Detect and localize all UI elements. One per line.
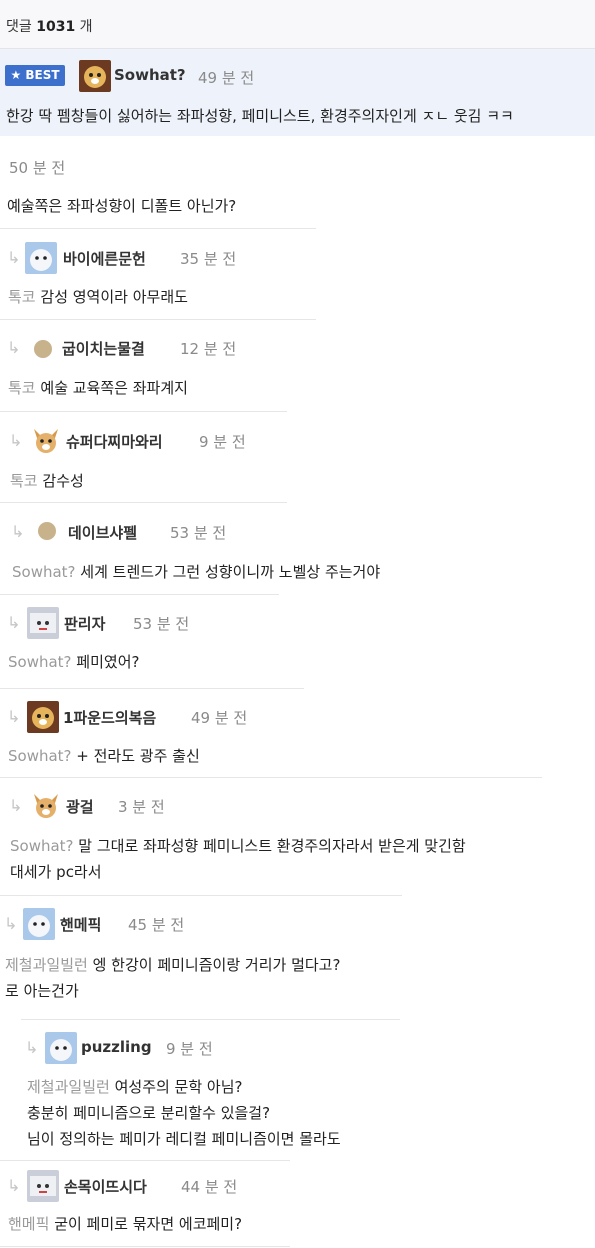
reply-target[interactable]: 톡코 [8, 379, 36, 397]
timestamp: 9 분 전 [166, 1040, 213, 1058]
timestamp: 53 분 전 [170, 524, 227, 542]
comment-text-line: 님이 정의하는 페미가 레디컬 페미니즘이면 몰라도 [27, 1130, 341, 1148]
reply-target[interactable]: 톡코 [8, 288, 36, 306]
best-badge: ★ BEST [5, 65, 65, 86]
comment-text: 제철과일빌런 여성주의 문학 아님? [27, 1078, 243, 1096]
avatar[interactable] [30, 425, 62, 457]
divider [0, 777, 542, 778]
comment-text: Sowhat? 말 그대로 좌파성향 페미니스트 환경주의자라서 받은게 맞긴함 [10, 837, 466, 855]
comment-text: 예술쪽은 좌파성향이 디폴트 아닌가? [7, 197, 237, 215]
avatar[interactable] [25, 242, 57, 274]
avatar[interactable] [27, 607, 59, 639]
avatar[interactable] [27, 701, 59, 733]
comment-text: 제철과일빌런 엥 한강이 페미니즘이랑 거리가 멀다고? [5, 956, 341, 974]
username[interactable]: 광걸 [66, 796, 94, 817]
comment-text: 톡코 감성 영역이라 아무래도 [8, 288, 188, 306]
comment-count: 댓글 1031 개 [6, 19, 93, 35]
comments-header: 댓글 1031 개 [0, 0, 595, 49]
reply-target[interactable]: Sowhat? [10, 837, 74, 855]
reply-arrow-icon: ↳ [7, 248, 21, 267]
timestamp: 49 분 전 [198, 69, 255, 87]
avatar[interactable] [79, 60, 111, 92]
username[interactable]: 슈퍼다찌마와리 [66, 431, 163, 452]
comment-text: 핸메픽 굳이 페미로 묶자면 에코페미? [8, 1215, 243, 1233]
timestamp: 49 분 전 [191, 709, 248, 727]
divider [0, 594, 279, 595]
divider [0, 411, 287, 412]
timestamp: 44 분 전 [181, 1178, 238, 1196]
avatar[interactable] [30, 790, 62, 822]
comment-text: 한강 딱 펨창들이 싫어하는 좌파성향, 페미니스트, 환경주의자인게 ㅈㄴ 웃… [6, 107, 514, 125]
username[interactable]: 바이에른문헌 [63, 248, 146, 269]
reply-arrow-icon: ↳ [7, 1176, 21, 1195]
timestamp: 53 분 전 [133, 615, 190, 633]
divider [0, 502, 287, 503]
divider [0, 319, 316, 320]
username[interactable]: puzzling [81, 1038, 152, 1056]
timestamp: 45 분 전 [128, 916, 185, 934]
timestamp: 35 분 전 [180, 250, 237, 268]
reply-target[interactable]: 톡코 [10, 472, 38, 490]
reply-arrow-icon: ↳ [4, 914, 18, 933]
star-icon: ★ [10, 68, 22, 82]
reply-arrow-icon: ↳ [7, 613, 21, 632]
comment-text-line: 대세가 pc라서 [10, 863, 102, 881]
reply-arrow-icon: ↳ [11, 522, 25, 541]
timestamp: 50 분 전 [9, 159, 66, 177]
comment-text: 톡코 예술 교육쪽은 좌파계지 [8, 379, 188, 397]
username[interactable]: 1파운드의복음 [63, 707, 156, 728]
timestamp: 9 분 전 [199, 433, 246, 451]
reply-target[interactable]: Sowhat? [12, 563, 76, 581]
reply-target[interactable]: Sowhat? [8, 747, 72, 765]
comment-text: 톡코 감수성 [10, 472, 84, 490]
divider [0, 1246, 290, 1247]
reply-target[interactable]: 제철과일빌런 [27, 1078, 110, 1096]
comment-text: Sowhat? + 전라도 광주 출신 [8, 747, 200, 765]
username[interactable]: 데이브샤펠 [68, 522, 137, 543]
avatar[interactable] [23, 908, 55, 940]
divider [0, 228, 316, 229]
reply-arrow-icon: ↳ [25, 1038, 39, 1057]
avatar[interactable] [45, 1032, 77, 1064]
reply-arrow-icon: ↳ [7, 338, 21, 357]
username[interactable]: 굽이치는물결 [62, 338, 145, 359]
comment-text-line: 충분히 페미니즘으로 분리할수 있을걸? [27, 1104, 271, 1122]
reply-arrow-icon: ↳ [9, 796, 23, 815]
username[interactable]: 손목이뜨시다 [64, 1176, 147, 1197]
comment-text: Sowhat? 세계 트렌드가 그런 성향이니까 노벨상 주는거야 [12, 563, 381, 581]
reply-arrow-icon: ↳ [9, 431, 23, 450]
default-avatar-icon[interactable] [38, 522, 56, 540]
divider [0, 895, 402, 896]
reply-arrow-icon: ↳ [7, 707, 21, 726]
timestamp: 3 분 전 [118, 798, 165, 816]
username[interactable]: Sowhat? [114, 66, 186, 84]
username[interactable]: 판리자 [64, 613, 105, 634]
username[interactable]: 핸메픽 [60, 914, 101, 935]
reply-target[interactable]: 제철과일빌런 [5, 956, 88, 974]
timestamp: 12 분 전 [180, 340, 237, 358]
divider [0, 688, 304, 689]
comment-text-line: 로 아는건가 [5, 982, 79, 1000]
reply-target[interactable]: 핸메픽 [8, 1215, 49, 1233]
divider [21, 1019, 400, 1020]
default-avatar-icon[interactable] [34, 340, 52, 358]
reply-target[interactable]: Sowhat? [8, 653, 72, 671]
avatar[interactable] [27, 1170, 59, 1202]
comment-text: Sowhat? 페미였어? [8, 653, 140, 671]
divider [0, 1160, 290, 1161]
